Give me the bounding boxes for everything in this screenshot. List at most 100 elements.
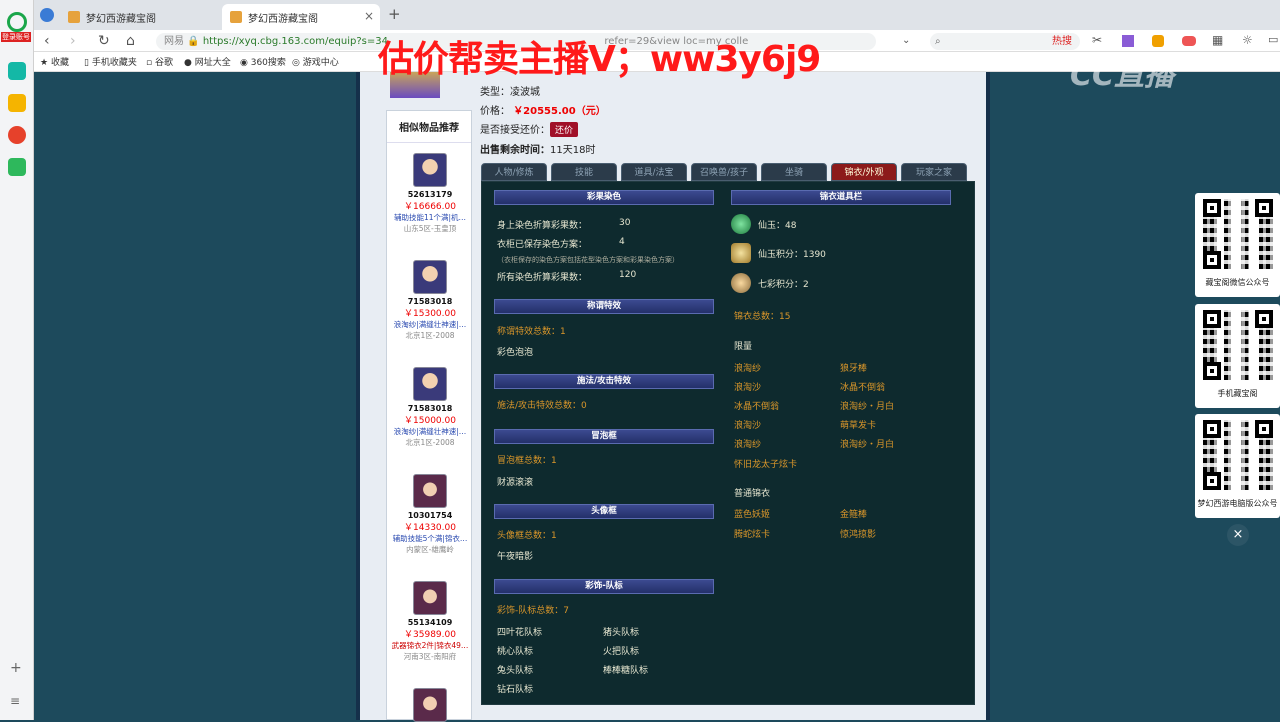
team-badge-total: 彩饰-队标总数：7 bbox=[497, 606, 569, 616]
tab-2-active[interactable]: 梦幻西游藏宝阁 × bbox=[222, 4, 380, 30]
recommend-item[interactable]: 71583018 ￥15000.00 浪淘纱|满缝壮神速|… 北京1区-2008 bbox=[387, 367, 473, 448]
tab-outfits[interactable]: 锦衣/外观 bbox=[831, 163, 897, 181]
dye-wardrobe-value: 4 bbox=[619, 237, 625, 247]
character-avatar[interactable] bbox=[413, 688, 447, 722]
character-avatar[interactable] bbox=[413, 581, 447, 615]
brightness-icon[interactable]: ☼ bbox=[1242, 33, 1253, 47]
grid-icon[interactable]: ▦ bbox=[1212, 33, 1223, 47]
bookmark-sites[interactable]: ● 网址大全 bbox=[184, 55, 231, 68]
cbg-page: 类型：凌波城 价格： ￥20555.00（元） 是否接受还价： 还价 出售剩余时间… bbox=[356, 72, 990, 722]
search-input[interactable]: ⌕ 热搜 bbox=[930, 33, 1080, 50]
recommend-id: 71583018 bbox=[407, 297, 453, 306]
browser-nav-icon[interactable] bbox=[40, 8, 54, 22]
recommend-desc[interactable]: 辅助技能5个满|锦衣… bbox=[387, 533, 473, 544]
xianyu-value: 仙玉：48 bbox=[758, 221, 797, 231]
recommend-server: 北京1区-2008 bbox=[405, 331, 455, 340]
bookmark-google[interactable]: ▫ 谷歌 bbox=[146, 55, 173, 68]
close-tab-icon[interactable]: × bbox=[364, 9, 374, 23]
dropdown-icon[interactable]: ⌄ bbox=[902, 35, 910, 46]
weibo-icon[interactable] bbox=[8, 126, 26, 144]
section-bubble: 冒泡框 bbox=[494, 429, 714, 444]
shield-icon[interactable] bbox=[1152, 35, 1164, 47]
reload-icon[interactable]: ↻ bbox=[98, 33, 110, 49]
tab-character[interactable]: 人物/修炼 bbox=[481, 163, 547, 181]
normal-item: 金箍棒 bbox=[840, 510, 868, 520]
bookmark-favorites[interactable]: ★ 收藏 bbox=[40, 55, 69, 68]
ext-icon[interactable] bbox=[1122, 35, 1134, 47]
menu-icon[interactable]: ≡ bbox=[10, 694, 20, 708]
bookmark-label: 手机收藏夹 bbox=[91, 58, 137, 68]
limited-item: 浪淘纱・月白 bbox=[840, 440, 895, 450]
recommend-desc[interactable]: 辅助技能11个满|机… bbox=[387, 212, 473, 223]
dye-all: 所有染色折算彩果数： 120 bbox=[497, 270, 636, 283]
login-label[interactable]: 登录账号 bbox=[1, 32, 31, 42]
limited-title: 限量 bbox=[734, 342, 753, 352]
item-time: 出售剩余时间：11天18时 bbox=[480, 141, 595, 156]
bookmark-games[interactable]: ◎ 游戏中心 bbox=[292, 55, 339, 68]
bookmark-mobile[interactable]: ▯ 手机收藏夹 bbox=[84, 55, 137, 68]
qr-finder bbox=[1255, 199, 1273, 217]
recommend-item[interactable]: 52613179 ￥16666.00 辅助技能11个满|机… 山东5区-玉皇顶 bbox=[387, 153, 473, 234]
recommend-desc[interactable]: 浪淘纱|满缝壮神速|… bbox=[387, 319, 473, 330]
bookmark-label: 360搜索 bbox=[250, 58, 286, 68]
qr-wechat[interactable]: 藏宝阁微信公众号 bbox=[1195, 193, 1280, 297]
window-icon[interactable]: ▭ bbox=[1268, 33, 1278, 46]
recommend-item[interactable] bbox=[387, 688, 473, 722]
recommend-server: 河南3区-南阳府 bbox=[403, 652, 457, 661]
character-avatar[interactable] bbox=[413, 260, 447, 294]
limited-item: 狼牙棒 bbox=[840, 364, 868, 374]
qr-pc[interactable]: 梦幻西游电脑版公众号 bbox=[1195, 414, 1280, 518]
close-icon[interactable]: × bbox=[1227, 524, 1249, 546]
tab-home[interactable]: 玩家之家 bbox=[901, 163, 967, 181]
add-icon[interactable]: + bbox=[10, 660, 22, 676]
character-avatar[interactable] bbox=[413, 153, 447, 187]
item-type: 类型：凌波城 bbox=[480, 83, 540, 98]
game-icon[interactable] bbox=[1182, 36, 1196, 46]
tab-mounts[interactable]: 坐骑 bbox=[761, 163, 827, 181]
counter-offer-button[interactable]: 还价 bbox=[550, 122, 579, 137]
recommend-desc[interactable]: 武器锦衣2件|锦衣49… bbox=[387, 640, 473, 651]
bookmark-360[interactable]: ◉ 360搜索 bbox=[240, 55, 286, 68]
tab-pets[interactable]: 召唤兽/孩子 bbox=[691, 163, 757, 181]
forward-icon[interactable]: › bbox=[70, 33, 76, 49]
recommend-price: ￥15000.00 bbox=[404, 416, 456, 426]
back-icon[interactable]: ‹ bbox=[44, 33, 50, 49]
limited-item: 冰晶不倒翁 bbox=[840, 383, 886, 393]
xianyu-points: 仙玉积分：1390 bbox=[758, 250, 826, 260]
qr-finder bbox=[1203, 199, 1221, 217]
dye-body-value: 30 bbox=[619, 218, 631, 228]
recommend-price: ￥15300.00 bbox=[404, 309, 456, 319]
dye-body: 身上染色折算彩果数： 30 bbox=[497, 218, 630, 231]
qr-finder bbox=[1203, 251, 1221, 269]
recommend-item[interactable]: 55134109 ￥35989.00 武器锦衣2件|锦衣49… 河南3区-南阳府 bbox=[387, 581, 473, 662]
recommend-id: 10301754 bbox=[407, 511, 453, 520]
tab-1[interactable]: 梦幻西游藏宝阁 bbox=[60, 4, 220, 30]
normal-item: 惊鸿掠影 bbox=[840, 530, 877, 540]
game-tabs: 人物/修炼 技能 道具/法宝 召唤兽/孩子 坐骑 锦衣/外观 玩家之家 bbox=[481, 163, 971, 181]
recommend-item[interactable]: 10301754 ￥14330.00 辅助技能5个满|锦衣… 内蒙区-雄鹰岭 bbox=[387, 474, 473, 555]
tool-icon[interactable] bbox=[8, 62, 26, 80]
recommend-desc[interactable]: 浪淘纱|满缝壮神速|… bbox=[387, 426, 473, 437]
new-tab-icon[interactable]: + bbox=[388, 5, 401, 23]
title-effect-item: 彩色泡泡 bbox=[497, 348, 534, 358]
tab-items[interactable]: 道具/法宝 bbox=[621, 163, 687, 181]
tab-skills[interactable]: 技能 bbox=[551, 163, 617, 181]
browser-tabbar: 梦幻西游藏宝阁 梦幻西游藏宝阁 × + bbox=[0, 0, 1280, 30]
cbg-icon bbox=[230, 11, 242, 23]
recommend-item[interactable]: 71583018 ￥15300.00 浪淘纱|满缝壮神速|… 北京1区-2008 bbox=[387, 260, 473, 341]
star-icon[interactable] bbox=[8, 94, 26, 112]
normal-title: 普通锦衣 bbox=[734, 489, 771, 499]
home-icon[interactable]: ⌂ bbox=[126, 33, 135, 49]
item-counter: 是否接受还价： 还价 bbox=[480, 121, 579, 137]
points-icon bbox=[731, 243, 751, 263]
section-outfit-props: 锦衣道具栏 bbox=[731, 190, 951, 205]
qr-caption: 梦幻西游电脑版公众号 bbox=[1197, 499, 1278, 508]
character-avatar[interactable] bbox=[413, 474, 447, 508]
outfit-total: 锦衣总数：15 bbox=[734, 312, 791, 322]
qr-mobile[interactable]: 手机藏宝阁 bbox=[1195, 304, 1280, 408]
scissors-icon[interactable]: ✂ bbox=[1092, 33, 1102, 47]
character-avatar[interactable] bbox=[413, 367, 447, 401]
spell-effects-total: 施法/攻击特效总数：0 bbox=[497, 401, 587, 411]
url-text: https://xyq.cbg.163.com/equip?s=34 bbox=[202, 36, 388, 47]
folder-icon[interactable] bbox=[8, 158, 26, 176]
